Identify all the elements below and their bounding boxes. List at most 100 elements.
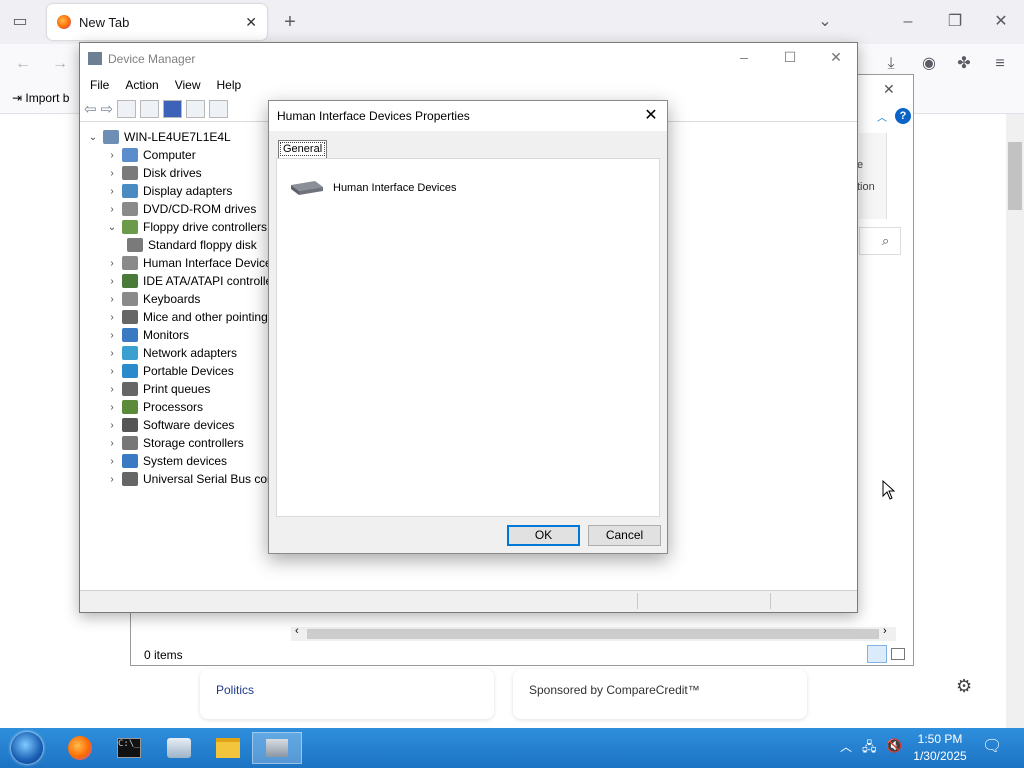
tree-category[interactable]: › Keyboards [105, 290, 200, 308]
close-window-icon[interactable]: ✕ [986, 7, 1016, 37]
cancel-button[interactable]: Cancel [588, 525, 661, 546]
extensions-icon[interactable]: ✤ [949, 49, 979, 79]
restore-icon[interactable]: ❐ [940, 7, 970, 37]
network-tray-icon[interactable]: 🖧 [862, 738, 877, 760]
back-icon[interactable]: ⇦ [84, 100, 97, 118]
chevron-right-icon[interactable]: › [105, 276, 119, 287]
chevron-right-icon[interactable]: › [105, 348, 119, 359]
gear-icon[interactable]: ⚙ [956, 676, 972, 697]
minimize-icon[interactable]: – [893, 7, 923, 37]
menu-icon[interactable]: ≡ [985, 49, 1015, 79]
tree-category[interactable]: › Display adapters [105, 182, 232, 200]
search-box[interactable]: ⌕ [859, 227, 901, 255]
firefox-tab[interactable]: New Tab ✕ [47, 4, 267, 40]
minimize-button[interactable]: – [721, 49, 767, 65]
chevron-down-icon[interactable]: ⌄ [86, 132, 100, 143]
taskbar-firefox[interactable] [55, 732, 105, 764]
start-button[interactable] [2, 732, 52, 764]
chevron-right-icon[interactable]: › [105, 474, 119, 485]
ok-button[interactable]: OK [507, 525, 580, 546]
menu-action[interactable]: Action [117, 78, 166, 92]
forward-icon[interactable]: ⇨ [101, 100, 114, 118]
horizontal-scrollbar[interactable]: ‹ › [291, 625, 896, 641]
tree-category[interactable]: › Print queues [105, 380, 210, 398]
account-icon[interactable]: ◉ [914, 49, 944, 79]
close-icon[interactable]: ✕ [883, 81, 895, 98]
chevron-right-icon[interactable]: › [105, 312, 119, 323]
list-all-tabs-icon[interactable]: ▭ [5, 7, 35, 37]
tree-category[interactable]: › Software devices [105, 416, 234, 434]
maximize-button[interactable]: ☐ [767, 49, 813, 66]
volume-muted-icon[interactable]: 🔇 [886, 738, 902, 754]
device-tree: ⌄ WIN-LE4UE7L1E4L › Computer › Disk drives ›… [80, 123, 270, 591]
tree-category[interactable]: › Computer [105, 146, 196, 164]
tree-category[interactable]: › Human Interface Device [105, 254, 270, 272]
chevron-right-icon[interactable]: › [105, 204, 119, 215]
properties-icon[interactable] [140, 99, 160, 118]
close-tab-icon[interactable]: ✕ [245, 14, 257, 31]
chevron-right-icon[interactable]: › [105, 186, 119, 197]
chevron-right-icon[interactable]: › [105, 384, 119, 395]
menu-help[interactable]: Help [209, 78, 250, 92]
chevron-right-icon[interactable]: › [105, 456, 119, 467]
tree-root[interactable]: ⌄ WIN-LE4UE7L1E4L [86, 128, 231, 146]
menu-view[interactable]: View [167, 78, 209, 92]
scrollbar-thumb[interactable] [307, 629, 879, 639]
chevron-right-icon[interactable]: › [105, 168, 119, 179]
news-card-politics[interactable]: Politics [200, 669, 494, 719]
tree-child-item[interactable]: Standard floppy disk [124, 236, 257, 254]
windows-logo-icon [11, 732, 43, 764]
notification-icon[interactable]: 🗨 [982, 736, 1002, 756]
help-icon[interactable]: ? [895, 108, 911, 124]
chevron-right-icon[interactable]: › [105, 258, 119, 269]
chevron-down-icon[interactable]: ⌄ [810, 7, 840, 37]
tree-category[interactable]: › IDE ATA/ATAPI controlle [105, 272, 270, 290]
sponsored-card[interactable]: Sponsored by CompareCredit™ [513, 669, 807, 719]
help-icon[interactable] [163, 99, 183, 118]
taskbar-cmd[interactable]: C:\_ [104, 732, 154, 764]
taskbar: C:\_ ︿ 🖧 🔇 🗨 [0, 728, 1024, 768]
tree-category[interactable]: › DVD/CD-ROM drives [105, 200, 256, 218]
tree-category[interactable]: › System devices [105, 452, 227, 470]
show-hide-console-tree-icon[interactable] [117, 99, 137, 118]
tree-category[interactable]: › Processors [105, 398, 203, 416]
import-bookmarks-button[interactable]: ⇥ Import b [12, 91, 69, 105]
scrollbar-thumb[interactable] [1008, 142, 1022, 210]
show-hide-action-pane-icon[interactable] [186, 99, 206, 118]
chevron-right-icon[interactable]: › [105, 420, 119, 431]
tree-category[interactable]: › Portable Devices [105, 362, 234, 380]
taskbar-network[interactable] [154, 732, 204, 764]
large-icons-view-icon[interactable] [891, 648, 905, 660]
menu-file[interactable]: File [82, 78, 117, 92]
clock[interactable]: 1:50 PM 1/30/2025 [906, 731, 974, 765]
forward-icon[interactable]: → [45, 49, 75, 79]
back-icon[interactable]: ← [8, 49, 38, 79]
tree-category[interactable]: ⌄ Floppy drive controllers [105, 218, 267, 236]
chevron-right-icon[interactable]: › [105, 294, 119, 305]
chevron-right-icon[interactable]: › [105, 330, 119, 341]
tree-category[interactable]: › Network adapters [105, 344, 237, 362]
taskbar-explorer[interactable] [203, 732, 253, 764]
chevron-right-icon[interactable]: › [105, 438, 119, 449]
dialog-close-button[interactable]: ✕ [639, 105, 663, 127]
tree-category[interactable]: › Mice and other pointing [105, 308, 268, 326]
scroll-left-icon[interactable]: ‹ [295, 625, 299, 637]
chevron-right-icon[interactable]: › [105, 150, 119, 161]
scroll-right-icon[interactable]: › [883, 625, 887, 637]
chevron-down-icon[interactable]: ⌄ [105, 222, 119, 233]
new-tab-icon[interactable]: + [275, 7, 305, 37]
tree-category[interactable]: › Disk drives [105, 164, 202, 182]
show-hidden-icons[interactable]: ︿ [840, 738, 852, 755]
chevron-right-icon[interactable]: › [105, 366, 119, 377]
details-view-icon[interactable] [867, 645, 887, 663]
collapse-icon[interactable]: ︿ [877, 109, 887, 124]
tree-category[interactable]: › Universal Serial Bus cont [105, 470, 270, 488]
close-button[interactable]: ✕ [813, 49, 859, 66]
tree-category[interactable]: › Storage controllers [105, 434, 244, 452]
taskbar-device-manager[interactable] [252, 732, 302, 764]
menu-bar: File Action View Help [80, 74, 857, 96]
scan-hardware-icon[interactable] [209, 99, 229, 118]
chevron-right-icon[interactable]: › [105, 402, 119, 413]
tab-general[interactable]: General [278, 140, 328, 158]
tree-category[interactable]: › Monitors [105, 326, 189, 344]
